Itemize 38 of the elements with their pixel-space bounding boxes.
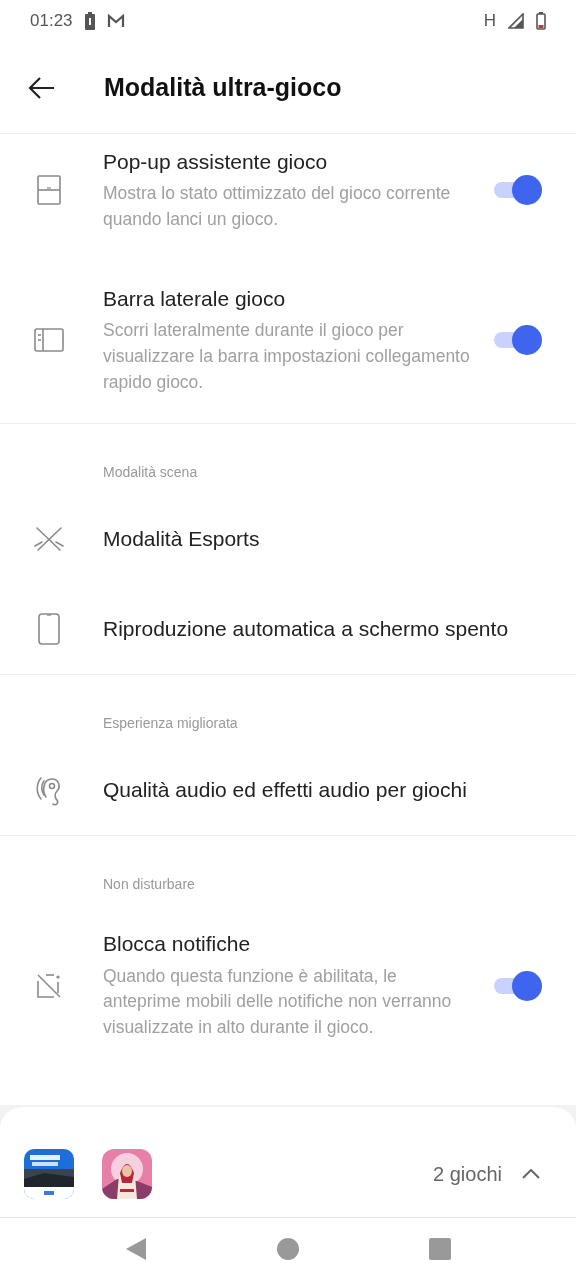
section-heading: Non disturbare [102,875,196,895]
setting-description: Mostra lo stato ottimizzato del gioco corrente quando lanci un gioco. [103,182,452,232]
toggle-switch[interactable] [492,175,542,206]
setting-row[interactable]: Qualità audio ed effetti audio per giochi [0,745,576,836]
clock: 01:23 [30,11,73,31]
setting-description: Quando questa funzione è abilitata, le anteprime mobili delle notifiche non verranno visualizzate in alto durante il gioco. [103,964,453,1040]
setting-row[interactable]: Riproduzione automatica a schermo spento [0,584,576,675]
window-icon [36,175,61,206]
setting-title: Pop-up assistente gioco [103,149,329,175]
setting-title: Blocca notifiche [103,931,252,958]
caret-icon [522,1169,540,1179]
setting-row[interactable]: Modalità Esports [0,494,576,585]
home-button[interactable] [277,1238,299,1260]
section-heading: Modalità scena [102,463,199,483]
setting-title: Modalità Esports [103,526,261,553]
setting-row[interactable]: Blocca notifiche Quando questa funzione è abilitata, le anteprime mobili delle notifiche non verranno visualizzate in alto durante il gioco. [0,906,576,1069]
phone-icon [37,613,60,646]
battery-icon [536,12,546,30]
setting-row[interactable]: Barra laterale gioco Scorri lateralmente durante il gioco per visualizzare la barra impostazioni collegamento rapido gioco. [0,260,576,424]
toggle-switch[interactable] [492,970,542,1001]
network-type: H [483,11,496,31]
page-title: Modalità ultra-gioco [104,73,342,102]
notification-off-icon [35,972,62,999]
setting-title: Qualità audio ed effetti audio per giochi [103,777,468,804]
setting-title: Riproduzione automatica a schermo spento [103,616,510,643]
section-heading: Esperienza migliorata [102,714,239,734]
crossed-swords-icon [32,525,65,554]
setting-title: Barra laterale gioco [103,285,287,312]
games-count-button[interactable]: 2 giochi [433,1162,552,1186]
sidebar-icon [33,328,64,353]
setting-row[interactable]: Pop-up assistente gioco Mostra lo stato ottimizzato del gioco corrente quando lanci un gioco. [0,134,576,261]
mail-icon [106,14,125,28]
toggle-switch[interactable] [492,325,542,356]
back-button[interactable] [28,75,56,100]
battery-saver-icon [84,12,95,30]
signal-icon [508,13,524,29]
setting-description: Scorri lateralmente durante il gioco per visualizzare la barra impostazioni collegamento rapido gioco. [103,319,471,394]
back-nav-button[interactable] [125,1237,147,1261]
